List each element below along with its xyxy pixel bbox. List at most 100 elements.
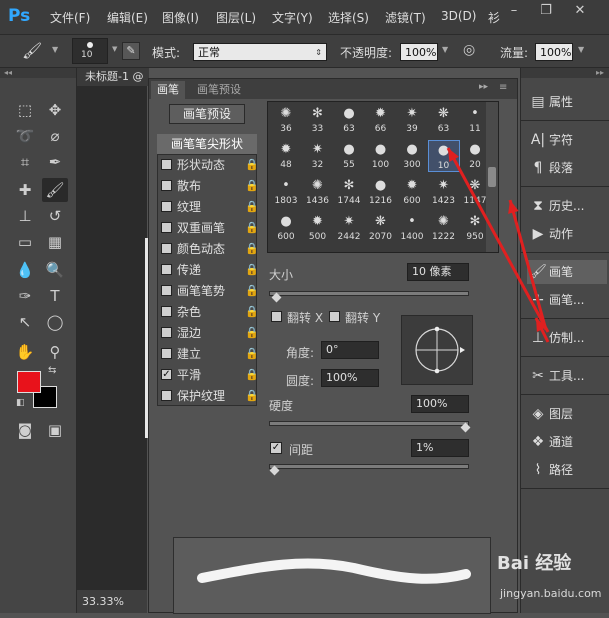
panel-item-character[interactable]: A| 字符 [527,128,607,152]
brush-tip-cell[interactable]: ✻ 33 [302,104,334,136]
swap-colors-icon[interactable]: ⇆ [48,365,56,376]
brush-option-item[interactable]: 杂色 🔒 [157,302,259,322]
chevron-down-icon[interactable]: ▼ [52,45,58,54]
menu-file[interactable]: 文件(F) [50,9,90,26]
chevron-down-icon[interactable]: ▼ [112,45,117,53]
brush-tip-cell[interactable]: ✺ 1436 [302,176,334,208]
gradient-tool-icon[interactable]: ▦ [42,230,68,254]
history-brush-tool-icon[interactable]: ↺ [42,204,68,228]
brush-option-checkbox[interactable] [161,222,172,233]
flip-y-checkbox[interactable] [329,311,340,322]
brush-option-checkbox[interactable] [161,327,172,338]
size-input[interactable]: 10 像素 [407,263,469,281]
zoom-tool-icon[interactable]: ⚲ [42,340,68,364]
pressure-opacity-icon[interactable]: ◎ [463,42,475,58]
lasso-tool-icon[interactable]: ➰ [12,124,38,148]
brush-tool-icon[interactable]: 🖌 [22,41,42,60]
lock-icon[interactable]: 🔒 [245,323,259,343]
roundness-input[interactable]: 100% [321,369,379,387]
close-button[interactable]: ✕ [566,0,594,22]
brush-tip-cell[interactable]: ✹ 500 [302,212,334,244]
path-select-tool-icon[interactable]: ↖ [12,310,38,334]
collapse-icon[interactable]: ◂◂ [0,68,76,78]
dodge-tool-icon[interactable]: 🔍 [42,258,68,282]
menu-more[interactable]: 衫 [488,9,500,26]
brush-tip-cell[interactable]: • 1400 [396,212,428,244]
tab-brush-presets[interactable]: 画笔预设 [191,81,247,99]
panel-item-history[interactable]: ⧗ 历史... [527,194,607,218]
brush-option-item[interactable]: 建立 🔒 [157,344,259,364]
lock-icon[interactable]: 🔒 [245,218,259,238]
lock-icon[interactable]: 🔒 [245,155,259,175]
toggle-brush-panel-icon[interactable]: ✎ [122,42,140,60]
lock-icon[interactable]: 🔒 [245,302,259,322]
panel-menu-icon[interactable]: ≡ [499,82,507,93]
brush-tip-cell[interactable]: ● 300 [396,140,428,172]
flip-x-checkbox[interactable] [271,311,282,322]
move-tool-icon[interactable]: ✥ [42,98,68,122]
panel-item-paths[interactable]: ⌇ 路径 [527,458,607,482]
brush-tip-cell[interactable]: ✹ 66 [365,104,397,136]
brush-option-checkbox[interactable] [161,159,172,170]
brush-tip-cell[interactable]: • 1803 [270,176,302,208]
brush-option-checkbox[interactable] [161,348,172,359]
menu-layer[interactable]: 图层(L) [216,9,256,26]
eyedropper-tool-icon[interactable]: ✒ [42,150,68,174]
brush-tip-cell[interactable]: ✹ 600 [396,176,428,208]
lock-icon[interactable]: 🔒 [245,344,259,364]
menu-3d[interactable]: 3D(D) [441,9,476,23]
panel-item-brush[interactable]: 🖌 画笔 [527,260,607,284]
angle-input[interactable]: 0° [321,341,379,359]
brush-tip-cell[interactable]: ✺ 1222 [428,212,460,244]
menu-filter[interactable]: 滤镜(T) [385,9,426,26]
brush-option-checkbox[interactable] [161,180,172,191]
panel-item-channels[interactable]: ❖ 通道 [527,430,607,454]
panel-item-brush-presets[interactable]: ⊹ 画笔... [527,288,607,312]
brush-tip-cell[interactable]: ● 1216 [365,176,397,208]
brush-angle-preview[interactable] [401,315,473,385]
spacing-checkbox[interactable]: ✓ [270,442,282,454]
brush-option-item[interactable]: 纹理 🔒 [157,197,259,217]
brush-tip-cell[interactable]: ✻ 1744 [333,176,365,208]
brush-option-checkbox[interactable]: ✓ [161,369,172,380]
collapse-icon[interactable]: ▸▸ [521,68,609,78]
marquee-tool-icon[interactable]: ⬚ [12,98,38,122]
document-tab[interactable]: 未标题-1 @ [77,68,149,86]
lock-icon[interactable]: 🔒 [245,386,259,406]
brush-tip-cell[interactable]: ● 100 [365,140,397,172]
menu-image[interactable]: 图像(I) [162,9,199,26]
lock-icon[interactable]: 🔒 [245,365,259,385]
brush-option-checkbox[interactable] [161,201,172,212]
size-slider[interactable] [269,291,469,296]
eraser-tool-icon[interactable]: ▭ [12,230,38,254]
brush-tip-cell[interactable]: ✷ 39 [396,104,428,136]
type-tool-icon[interactable]: T [42,284,68,308]
ellipse-tool-icon[interactable]: ◯ [42,310,68,334]
grid-scrollbar[interactable] [486,102,498,252]
panel-item-paragraph[interactable]: ¶ 段落 [527,156,607,180]
zoom-level[interactable]: 33.33% [77,590,147,613]
menu-edit[interactable]: 编辑(E) [107,9,148,26]
brush-option-checkbox[interactable] [161,390,172,401]
lock-icon[interactable]: 🔒 [245,176,259,196]
brush-option-checkbox[interactable] [161,285,172,296]
brush-tip-cell[interactable]: ● 55 [333,140,365,172]
brush-size-picker[interactable]: 10 [72,38,108,64]
restore-button[interactable]: ❐ [532,0,560,22]
spacing-input[interactable]: 1% [411,439,469,457]
grid-scrollbar-thumb[interactable] [488,167,496,187]
menu-select[interactable]: 选择(S) [328,9,369,26]
panel-item-clone-source[interactable]: ⊥ 仿制... [527,326,607,350]
brush-tip-cell[interactable]: ❋ 63 [428,104,460,136]
brush-option-item[interactable]: 传递 🔒 [157,260,259,280]
brush-option-checkbox[interactable] [161,306,172,317]
crop-tool-icon[interactable]: ⌗ [12,150,38,174]
hardness-slider[interactable] [269,421,469,426]
brush-tip-cell[interactable]: ● 10 [427,140,460,172]
pen-tool-icon[interactable]: ✑ [12,284,38,308]
brush-option-item[interactable]: 散布 🔒 [157,176,259,196]
brush-option-checkbox[interactable] [161,243,172,254]
brush-option-checkbox[interactable] [161,264,172,275]
lock-icon[interactable]: 🔒 [245,260,259,280]
hardness-input[interactable]: 100% [411,395,469,413]
